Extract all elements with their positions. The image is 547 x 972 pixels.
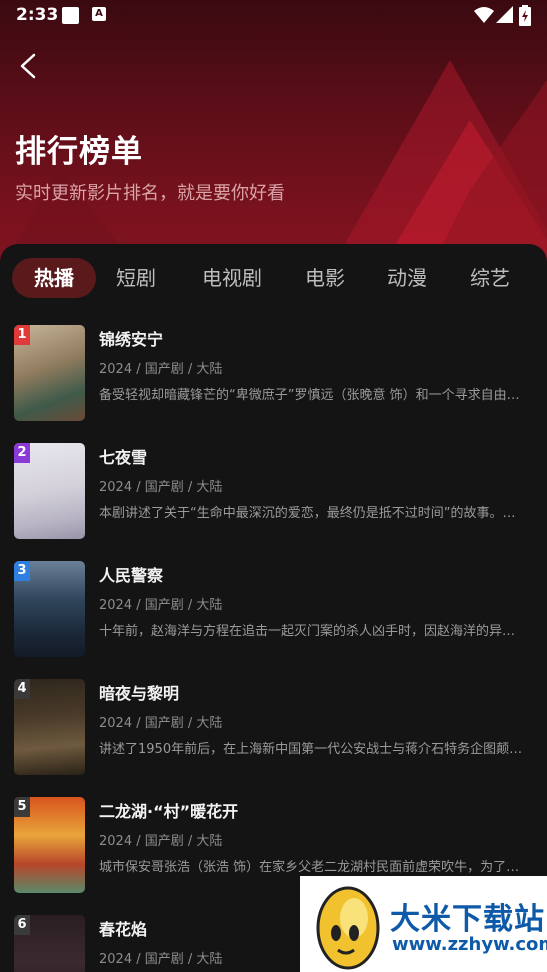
item-title: 春花焰 <box>99 920 148 939</box>
status-time: 2:33 <box>16 5 59 25</box>
item-title: 锦绣安宁 <box>99 330 164 349</box>
item-meta: 2024 / 国产剧 / 大陆 <box>99 480 223 495</box>
poster-image: 1 <box>14 325 85 421</box>
app-a-icon: A <box>92 7 106 21</box>
poster-image: 3 <box>14 561 85 657</box>
watermark-url: www.zzhyw.com <box>392 934 547 955</box>
page-subtitle: 实时更新影片排名，就是要你好看 <box>15 183 285 204</box>
poster-image: 4 <box>14 679 85 775</box>
list-item[interactable]: 1 锦绣安宁 2024 / 国产剧 / 大陆 备受轻视却暗藏锋芒的“卑微庶子”罗… <box>0 318 547 422</box>
item-title: 二龙湖·“村”暖花开 <box>99 802 239 821</box>
watermark-banner: 大米下载站 www.zzhyw.com <box>300 876 547 972</box>
battery-icon <box>519 5 531 26</box>
item-title: 七夜雪 <box>99 448 148 467</box>
tab-tv-series[interactable]: 电视剧 <box>186 258 278 298</box>
item-meta: 2024 / 国产剧 / 大陆 <box>99 716 223 731</box>
list-item[interactable]: 3 人民警察 2024 / 国产剧 / 大陆 十年前，赵海洋与方程在追击一起灭门… <box>0 554 547 658</box>
signal-icon <box>496 6 513 23</box>
poster-image: 2 <box>14 443 85 539</box>
page-title: 排行榜单 <box>15 134 143 170</box>
rank-badge: 4 <box>14 679 30 699</box>
item-meta: 2024 / 国产剧 / 大陆 <box>99 598 223 613</box>
notification-square-icon <box>62 7 79 24</box>
item-description: 十年前，赵海洋与方程在追击一起灭门案的杀人凶手时，因赵海洋的异… <box>99 624 516 639</box>
poster-image: 6 <box>14 915 85 972</box>
rice-mascot-logo <box>316 886 380 970</box>
list-item[interactable]: 2 七夜雪 2024 / 国产剧 / 大陆 本剧讲述了关于“生命中最深沉的爱恋，… <box>0 436 547 540</box>
back-arrow-icon[interactable] <box>14 50 46 82</box>
item-meta: 2024 / 国产剧 / 大陆 <box>99 952 223 967</box>
tab-variety[interactable]: 综艺 <box>451 258 529 298</box>
item-meta: 2024 / 国产剧 / 大陆 <box>99 362 223 377</box>
status-bar: 2:33 A <box>0 0 547 32</box>
item-meta: 2024 / 国产剧 / 大陆 <box>99 834 223 849</box>
item-title: 人民警察 <box>99 566 164 585</box>
watermark-name: 大米下载站 <box>390 902 545 937</box>
rank-badge: 3 <box>14 561 30 581</box>
rank-badge: 2 <box>14 443 30 463</box>
rank-badge: 5 <box>14 797 30 817</box>
rank-badge: 6 <box>14 915 30 935</box>
tab-hot[interactable]: 热播 <box>12 258 96 298</box>
item-title: 暗夜与黎明 <box>99 684 180 703</box>
category-tabs: 热播 短剧 电视剧 电影 动漫 综艺 <box>10 258 547 298</box>
tab-movie[interactable]: 电影 <box>286 258 364 298</box>
tab-short-drama[interactable]: 短剧 <box>96 258 176 298</box>
poster-image: 5 <box>14 797 85 893</box>
tab-anime[interactable]: 动漫 <box>368 258 446 298</box>
item-description: 城市保安哥张浩（张浩 饰）在家乡父老二龙湖村民面前虚荣吹牛，为了… <box>99 860 520 875</box>
wifi-icon <box>474 7 494 23</box>
list-item[interactable]: 4 暗夜与黎明 2024 / 国产剧 / 大陆 讲述了1950年前后，在上海新中… <box>0 672 547 776</box>
item-description: 讲述了1950年前后，在上海新中国第一代公安战士与蒋介石特务企图颠… <box>99 742 523 757</box>
rank-badge: 1 <box>14 325 30 345</box>
item-description: 备受轻视却暗藏锋芒的“卑微庶子”罗慎远（张晚意 饰）和一个寻求自由… <box>99 388 520 403</box>
item-description: 本剧讲述了关于“生命中最深沉的爱恋，最终仍是抵不过时间”的故事。… <box>99 506 516 521</box>
